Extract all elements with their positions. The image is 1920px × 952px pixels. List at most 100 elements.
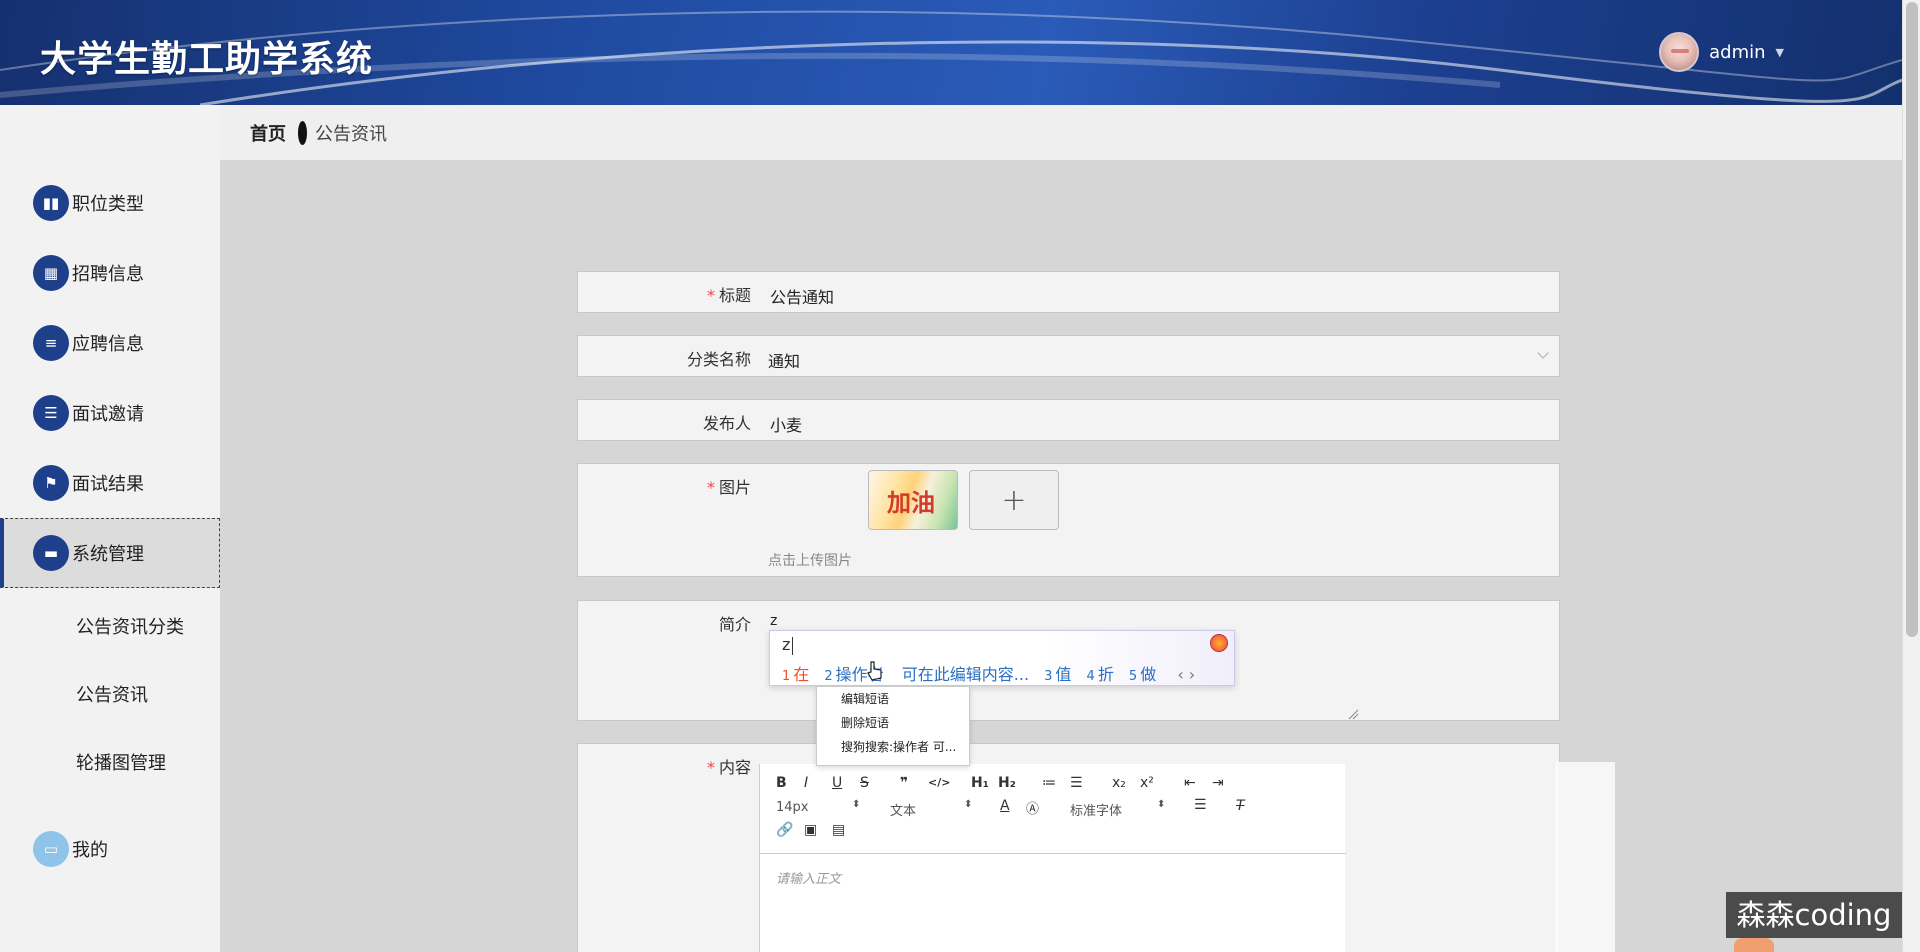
sidebar-item-interview-results[interactable]: ⚑ 面试结果 [0,448,220,518]
breadcrumb-home[interactable]: 首页 [250,120,286,146]
sidebar-item-label: 应聘信息 [72,334,144,355]
sidebar-subitem-notice-categories[interactable]: 公告资讯分类 [76,613,184,639]
breadcrumb-current: 公告资讯 [315,123,387,145]
username[interactable]: admin [1709,42,1765,63]
app-title: 大学生勤工助学系统 [40,39,374,80]
form-row-category: 分类名称 通知 [577,335,1560,377]
ime-page-arrows-icon[interactable]: ‹ › [1177,665,1195,684]
background-color-icon[interactable]: Ⓐ [1026,798,1039,817]
bullet-list-icon[interactable]: ☰ [1070,775,1083,791]
underline-icon[interactable]: U [832,775,842,791]
resize-handle-icon[interactable] [1347,708,1359,720]
top-header: 大学生勤工助学系统 admin ▼ [0,0,1902,105]
ime-context-menu: 编辑短语 删除短语 搜狗搜索:操作者 可... [816,686,970,766]
link-icon[interactable]: 🔗 [776,822,793,838]
summary-textarea[interactable]: z [770,613,777,629]
code-block-icon[interactable]: </> [928,776,950,789]
sidebar-subitem-notices[interactable]: 公告资讯 [76,681,148,707]
font-size-select-arrows-icon[interactable]: ⬍ [852,799,860,810]
align-icon[interactable]: ☰ [1194,797,1207,813]
heading-1-icon[interactable]: H₁ [971,775,989,791]
sidebar: ▮▮ 职位类型 ▦ 招聘信息 ≡ 应聘信息 ☰ 面试邀请 ⚑ 面试结果 ▬ 系统… [0,105,220,952]
sidebar-item-applications[interactable]: ≡ 应聘信息 [0,308,220,378]
sidebar-item-recruitment[interactable]: ▦ 招聘信息 [0,238,220,308]
font-size-select[interactable]: 14px [776,800,809,815]
superscript-icon[interactable]: x² [1140,775,1154,791]
sidebar-item-system-management[interactable]: ▬ 系统管理 [0,518,220,588]
context-menu-item-search[interactable]: 搜狗搜索:操作者 可... [817,735,969,759]
list-icon: ≡ [33,325,69,361]
monitor-icon: ▬ [33,535,69,571]
video-icon[interactable]: ▤ [832,822,845,838]
form-row-image: * 图片 加油 + 点击上传图片 [577,463,1560,577]
content-label: * 内容 [706,758,751,777]
indent-list-icon: ☰ [33,395,69,431]
italic-icon[interactable]: I [804,775,808,791]
editor-placeholder[interactable]: 请输入正文 [776,868,841,887]
image-icon[interactable]: ▣ [804,822,817,838]
thumbnail-artwork-text: 加油 [887,488,935,517]
watermark: 森森coding [1726,892,1902,938]
sidebar-item-interview-invites[interactable]: ☰ 面试邀请 [0,378,220,448]
title-input[interactable]: 公告通知 [770,284,834,308]
sidebar-item-label: 面试邀请 [72,404,144,425]
book-icon: ▮▮ [33,185,69,221]
ordered-list-icon[interactable]: ≔ [1042,775,1056,791]
outdent-icon[interactable]: ⇤ [1184,775,1196,791]
user-menu[interactable]: admin ▼ [1659,32,1784,72]
flag-icon: ⚑ [33,465,69,501]
clear-format-icon[interactable]: T [1236,798,1245,814]
blockquote-icon[interactable]: ❞ [900,775,908,791]
ime-logo-icon[interactable] [1210,634,1228,652]
subscript-icon[interactable]: x₂ [1112,775,1126,791]
upload-plus-button[interactable]: + [969,470,1059,530]
font-color-icon[interactable]: A [1000,798,1010,814]
summary-label: 简介 [718,615,751,634]
ime-candidate[interactable]: 可在此编辑内容... [899,665,1029,684]
publisher-input[interactable]: 小麦 [770,412,802,436]
block-type-select-arrows-icon[interactable]: ⬍ [964,799,972,810]
ime-candidate[interactable]: 1在 [782,665,809,684]
sidebar-item-label: 招聘信息 [72,264,144,285]
upload-hint: 点击上传图片 [768,553,852,569]
sidebar-item-job-types[interactable]: ▮▮ 职位类型 [0,168,220,238]
page-scrollbar[interactable] [1902,0,1920,952]
card-icon: ▭ [33,831,69,867]
category-select[interactable]: 通知 [768,348,800,372]
category-label: 分类名称 [686,350,751,369]
bold-icon[interactable]: B [776,775,787,791]
form-row-publisher: 发布人 小麦 [577,399,1560,441]
sidebar-item-label: 面试结果 [72,474,144,495]
strikethrough-icon[interactable]: S [860,775,869,791]
font-family-select-arrows-icon[interactable]: ⬍ [1157,799,1165,810]
sidebar-subitem-carousel[interactable]: 轮播图管理 [76,749,166,775]
ime-composition: z [782,635,794,655]
heading-2-icon[interactable]: H₂ [998,775,1016,791]
ime-candidate[interactable]: 5做 [1129,665,1156,684]
editor-overflow-area [1555,762,1615,952]
font-family-select[interactable]: 标准字体 [1070,800,1122,819]
context-menu-item-delete-phrase[interactable]: 删除短语 [817,711,969,735]
publisher-label: 发布人 [702,414,751,433]
sidebar-item-label: 系统管理 [72,544,144,565]
sidebar-item-label: 我的 [72,840,108,861]
avatar[interactable] [1659,32,1700,72]
watermark-decoration [1734,938,1774,952]
block-type-select[interactable]: 文本 [890,800,916,819]
rich-text-editor: B I U S ❞ </> H₁ H₂ ≔ ☰ x₂ x² ⇤ ⇥ 14px ⬍… [759,764,1346,952]
editor-toolbar: B I U S ❞ </> H₁ H₂ ≔ ☰ x₂ x² ⇤ ⇥ 14px ⬍… [760,764,1346,854]
caret-down-icon[interactable]: ▼ [1776,46,1784,59]
title-label: * 标题 [706,286,751,305]
grid-icon: ▦ [33,255,69,291]
page-scrollbar-thumb[interactable] [1906,2,1918,637]
breadcrumb: 首页 公告资讯 [220,105,1902,160]
chevron-down-icon[interactable] [1537,347,1549,359]
context-menu-item-edit-phrase[interactable]: 编辑短语 [817,687,969,711]
indent-icon[interactable]: ⇥ [1212,775,1224,791]
sidebar-item-mine[interactable]: ▭ 我的 [0,814,220,884]
breadcrumb-separator-icon [298,120,307,145]
image-label: * 图片 [706,478,751,497]
ime-candidate[interactable]: 4折 [1087,665,1114,684]
uploaded-image-thumbnail[interactable]: 加油 [868,470,958,530]
ime-candidate[interactable]: 3值 [1044,665,1071,684]
